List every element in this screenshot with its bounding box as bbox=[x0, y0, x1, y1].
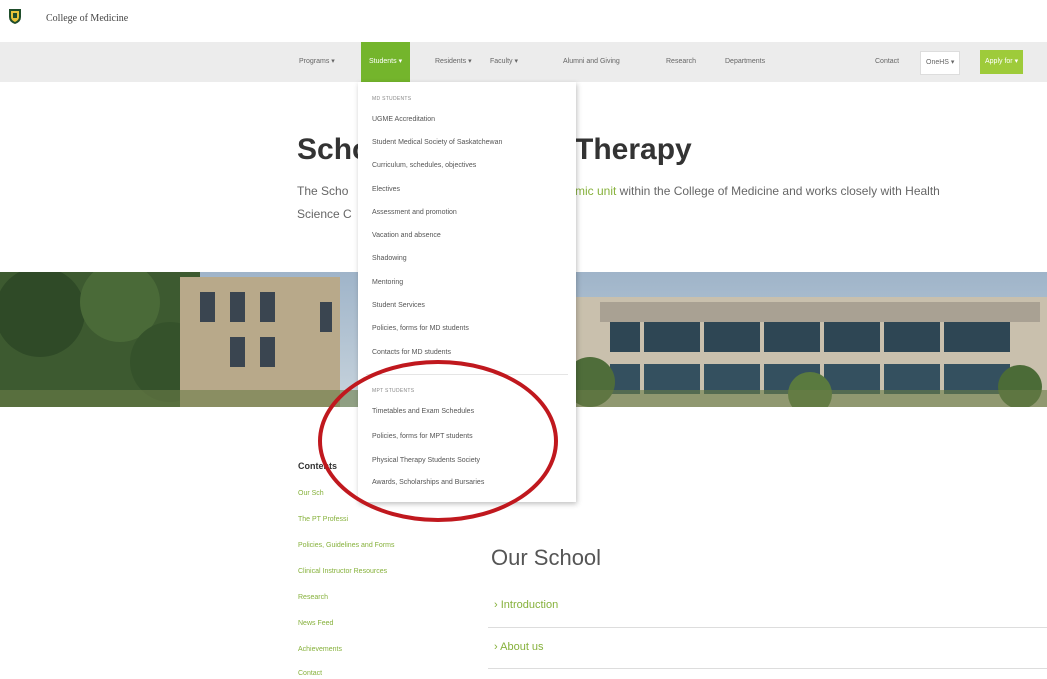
accordion-introduction-label: Introduction bbox=[500, 599, 559, 611]
toc-policies[interactable]: Policies, Guidelines and Forms bbox=[298, 542, 395, 549]
md-students-heading: MD STUDENTS bbox=[372, 96, 412, 102]
apply-for-button[interactable]: Apply for ▾ bbox=[980, 50, 1024, 74]
nav-contact[interactable]: Contact bbox=[875, 42, 899, 82]
nav-faculty[interactable]: Faculty ▾ bbox=[490, 42, 518, 82]
menu-item-assessment[interactable]: Assessment and promotion bbox=[372, 209, 457, 216]
menu-item-vacation[interactable]: Vacation and absence bbox=[372, 232, 441, 239]
accordion-introduction[interactable]: › Introduction bbox=[494, 599, 558, 611]
toc-clinical-instructor[interactable]: Clinical Instructor Resources bbox=[298, 568, 387, 575]
toc-research[interactable]: Research bbox=[298, 594, 328, 601]
accordion-about-us-label: About us bbox=[500, 641, 544, 653]
nav-departments[interactable]: Departments bbox=[725, 42, 765, 82]
menu-item-mentoring[interactable]: Mentoring bbox=[372, 279, 403, 286]
menu-item-sms[interactable]: Student Medical Society of Saskatchewan bbox=[372, 139, 502, 146]
toc-our-school[interactable]: Our Sch bbox=[298, 490, 324, 497]
shield-icon[interactable] bbox=[8, 8, 22, 25]
nav-alumni[interactable]: Alumni and Giving bbox=[563, 42, 620, 82]
intro-line-2: Science C bbox=[297, 207, 352, 221]
menu-item-md-contacts[interactable]: Contacts for MD students bbox=[372, 349, 451, 356]
toc-news-feed[interactable]: News Feed bbox=[298, 620, 333, 627]
top-header: College of Medicine bbox=[0, 0, 1047, 42]
menu-item-md-policies[interactable]: Policies, forms for MD students bbox=[372, 325, 469, 332]
intro-line-1: The Scho bbox=[297, 184, 349, 198]
toc-achievements[interactable]: Achievements bbox=[298, 646, 342, 653]
nav-residents[interactable]: Residents ▾ bbox=[435, 42, 472, 82]
onehs-dropdown[interactable]: OneHS ▾ bbox=[920, 51, 961, 75]
nav-research[interactable]: Research bbox=[666, 42, 696, 82]
page-title-right: Therapy bbox=[575, 133, 692, 166]
intro-continuation: mic unit within the College of Medicine … bbox=[575, 184, 940, 198]
menu-item-shadowing[interactable]: Shadowing bbox=[372, 255, 407, 262]
college-name-link[interactable]: College of Medicine bbox=[46, 13, 128, 24]
main-nav: Programs ▾ Students ▾ Residents ▾ Facult… bbox=[0, 42, 1047, 82]
menu-item-ugme[interactable]: UGME Accreditation bbox=[372, 116, 435, 123]
toc-pt-profession[interactable]: The PT Professi bbox=[298, 516, 348, 523]
accordion-about-us[interactable]: › About us bbox=[494, 641, 544, 653]
highlight-circle bbox=[318, 360, 558, 522]
intro-rest: within the College of Medicine and works… bbox=[616, 184, 940, 198]
nav-programs[interactable]: Programs ▾ bbox=[299, 42, 335, 82]
our-school-heading: Our School bbox=[491, 545, 602, 570]
accordion-divider bbox=[488, 627, 1047, 628]
toc-contact[interactable]: Contact bbox=[298, 670, 322, 677]
academic-unit-link[interactable]: mic unit bbox=[575, 184, 616, 198]
menu-item-student-services[interactable]: Student Services bbox=[372, 302, 425, 309]
menu-item-curriculum[interactable]: Curriculum, schedules, objectives bbox=[372, 162, 476, 169]
menu-item-electives[interactable]: Electives bbox=[372, 186, 400, 193]
accordion-divider bbox=[488, 668, 1047, 669]
nav-students[interactable]: Students ▾ bbox=[361, 42, 411, 82]
